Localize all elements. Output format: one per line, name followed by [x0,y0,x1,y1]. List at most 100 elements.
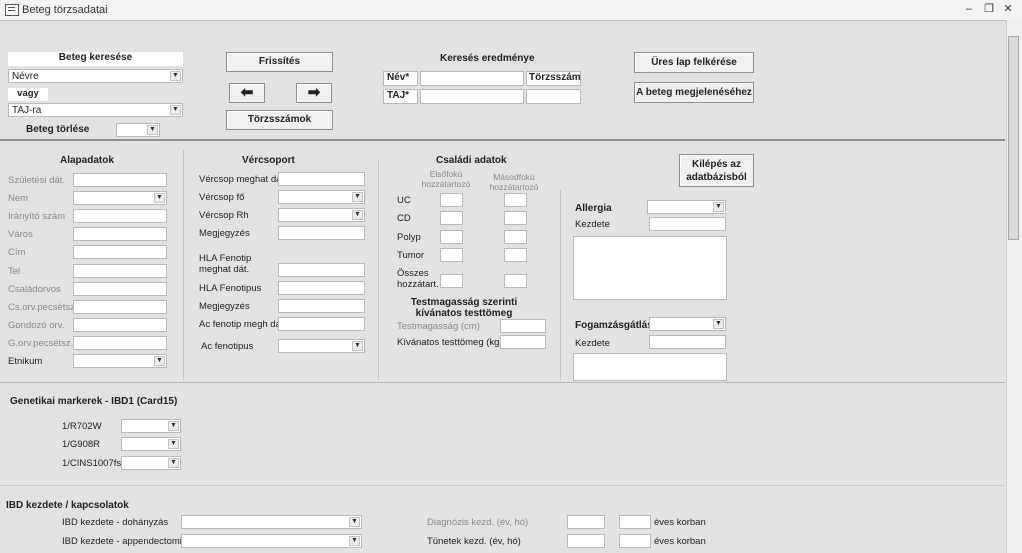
chevron-down-icon[interactable]: ▼ [713,202,724,212]
chevron-down-icon[interactable]: ▼ [147,125,158,135]
chevron-down-icon[interactable]: ▼ [352,192,363,202]
minimize-button[interactable]: – [962,3,976,15]
symptom-age-field[interactable] [619,534,651,548]
diagnosis-start-field[interactable] [567,515,605,529]
chevron-down-icon[interactable]: ▼ [349,536,360,546]
blood-field-input[interactable] [278,299,365,313]
basic-field-input[interactable] [73,263,167,278]
contraception-start-field[interactable] [649,335,726,349]
scrollbar-thumb[interactable] [1008,36,1019,240]
chevron-down-icon[interactable]: ▼ [168,439,179,450]
family-second-degree-field[interactable] [504,229,527,244]
basic-field-input[interactable] [73,245,167,260]
family-total-second-field[interactable] [504,274,527,288]
diagnosis-age-field[interactable] [619,515,651,529]
basic-divider [183,150,184,380]
results-name-label: Név* [383,71,418,86]
blood-field-combo[interactable]: ▼ [278,190,365,204]
basic-field-input[interactable] [73,317,167,332]
basic-field-input[interactable] [73,209,167,224]
search-by-name-combo[interactable]: Névre ▼ [8,69,183,83]
hla-date-line2: meghat dát. [199,264,250,275]
empty-page-button[interactable]: Üres lap felkérése [634,52,754,73]
basic-field-label: Cs.orv.pecsétsz. [8,301,78,313]
exit-database-button[interactable]: Kilépés az adatbázisból [679,154,754,187]
chevron-down-icon[interactable]: ▼ [168,457,179,468]
search-by-taj-combo[interactable]: TAJ-ra ▼ [8,103,183,117]
family-second-degree-field[interactable] [504,247,527,262]
height-field[interactable] [500,319,546,333]
basic-field-input[interactable] [73,281,167,296]
blood-field-label: Megjegyzés [199,301,250,312]
blood-field-input[interactable] [278,263,365,277]
blood-field-input[interactable] [278,317,365,331]
desired-weight-field[interactable] [500,335,546,349]
blood-field-input[interactable] [278,172,365,186]
contraception-notes-field[interactable] [573,353,727,381]
allergy-label: Allergia [575,203,612,214]
delete-patient-combo[interactable]: ▼ [116,123,160,137]
chevron-down-icon[interactable]: ▼ [352,210,363,220]
family-row-label: Polyp [397,231,421,243]
basic-field-input[interactable] [73,173,167,187]
basic-field-input[interactable] [73,335,167,350]
contraception-combo[interactable]: ▼ [649,317,726,331]
genetic-marker-combo[interactable]: ▼ [121,419,181,433]
genetic-marker-combo[interactable]: ▼ [121,455,181,470]
results-name-field[interactable] [420,71,524,86]
family-row-label: UC [397,195,411,206]
basic-field-input[interactable] [73,227,167,242]
chevron-down-icon[interactable]: ▼ [154,193,165,204]
blood-field-label: HLA Fenotip meghat dát. [199,253,251,275]
family-second-degree-field[interactable] [504,211,527,226]
family-second-degree-field[interactable] [504,193,527,207]
chevron-down-icon[interactable]: ▼ [168,421,179,431]
close-button[interactable]: ✕ [1001,3,1015,15]
allergy-combo[interactable]: ▼ [647,200,726,214]
arrow-left-icon: ⬅ [240,84,254,101]
chevron-down-icon[interactable]: ▼ [154,356,165,366]
blood-field-input[interactable] [278,281,365,295]
family-first-degree-field[interactable] [440,211,463,226]
blood-field-label: Ac fenotipus [201,341,254,352]
family-first-degree-field[interactable] [440,193,463,207]
results-registry-field[interactable] [526,89,581,104]
or-label: vagy [8,88,48,101]
family-total-first-field[interactable] [440,274,463,288]
ibd-header: IBD kezdete / kapcsolatok [6,500,129,511]
basic-field-combo[interactable]: ▼ [73,354,167,368]
previous-record-button[interactable]: ⬅ [229,83,265,103]
genetic-marker-combo[interactable]: ▼ [121,437,181,452]
chevron-down-icon[interactable]: ▼ [713,319,724,329]
family-divider [560,190,561,380]
refresh-button[interactable]: Frissítés [226,52,333,72]
blood-field-input[interactable] [278,226,365,240]
show-patient-button[interactable]: A beteg megjelenéséhez [634,82,754,103]
chevron-down-icon[interactable]: ▼ [352,341,363,351]
symptom-start-field[interactable] [567,534,605,548]
ibd-appendectomy-combo[interactable]: ▼ [181,534,362,548]
search-by-name-value: Névre [12,71,39,82]
blood-field-label: Vércsop meghat dát. [199,174,287,185]
chevron-down-icon[interactable]: ▼ [170,71,181,81]
family-second-degree-header: Másodfokú hozzátartozó [482,172,546,192]
results-taj-field[interactable] [420,89,524,104]
basic-field-label: Cím [8,247,26,259]
family-first-degree-field[interactable] [440,229,463,244]
restore-button[interactable]: ❐ [982,3,996,15]
family-first-degree-field[interactable] [440,247,463,262]
blood-field-combo[interactable]: ▼ [278,208,365,222]
basic-field-input[interactable] [73,299,167,314]
chevron-down-icon[interactable]: ▼ [170,105,181,115]
search-by-taj-value: TAJ-ra [12,105,42,116]
registry-numbers-button[interactable]: Törzsszámok [226,110,333,130]
ibd-smoking-combo[interactable]: ▼ [181,515,362,529]
basic-field-label: Születési dát. [8,175,66,186]
allergy-start-field[interactable] [649,217,726,231]
chevron-down-icon[interactable]: ▼ [349,517,360,527]
basic-field-combo[interactable]: ▼ [73,191,167,206]
allergy-notes-field[interactable] [573,236,727,300]
blood-field-combo[interactable]: ▼ [278,339,365,353]
results-header: Keresés eredménye [440,53,535,64]
next-record-button[interactable]: ➡ [296,83,332,103]
